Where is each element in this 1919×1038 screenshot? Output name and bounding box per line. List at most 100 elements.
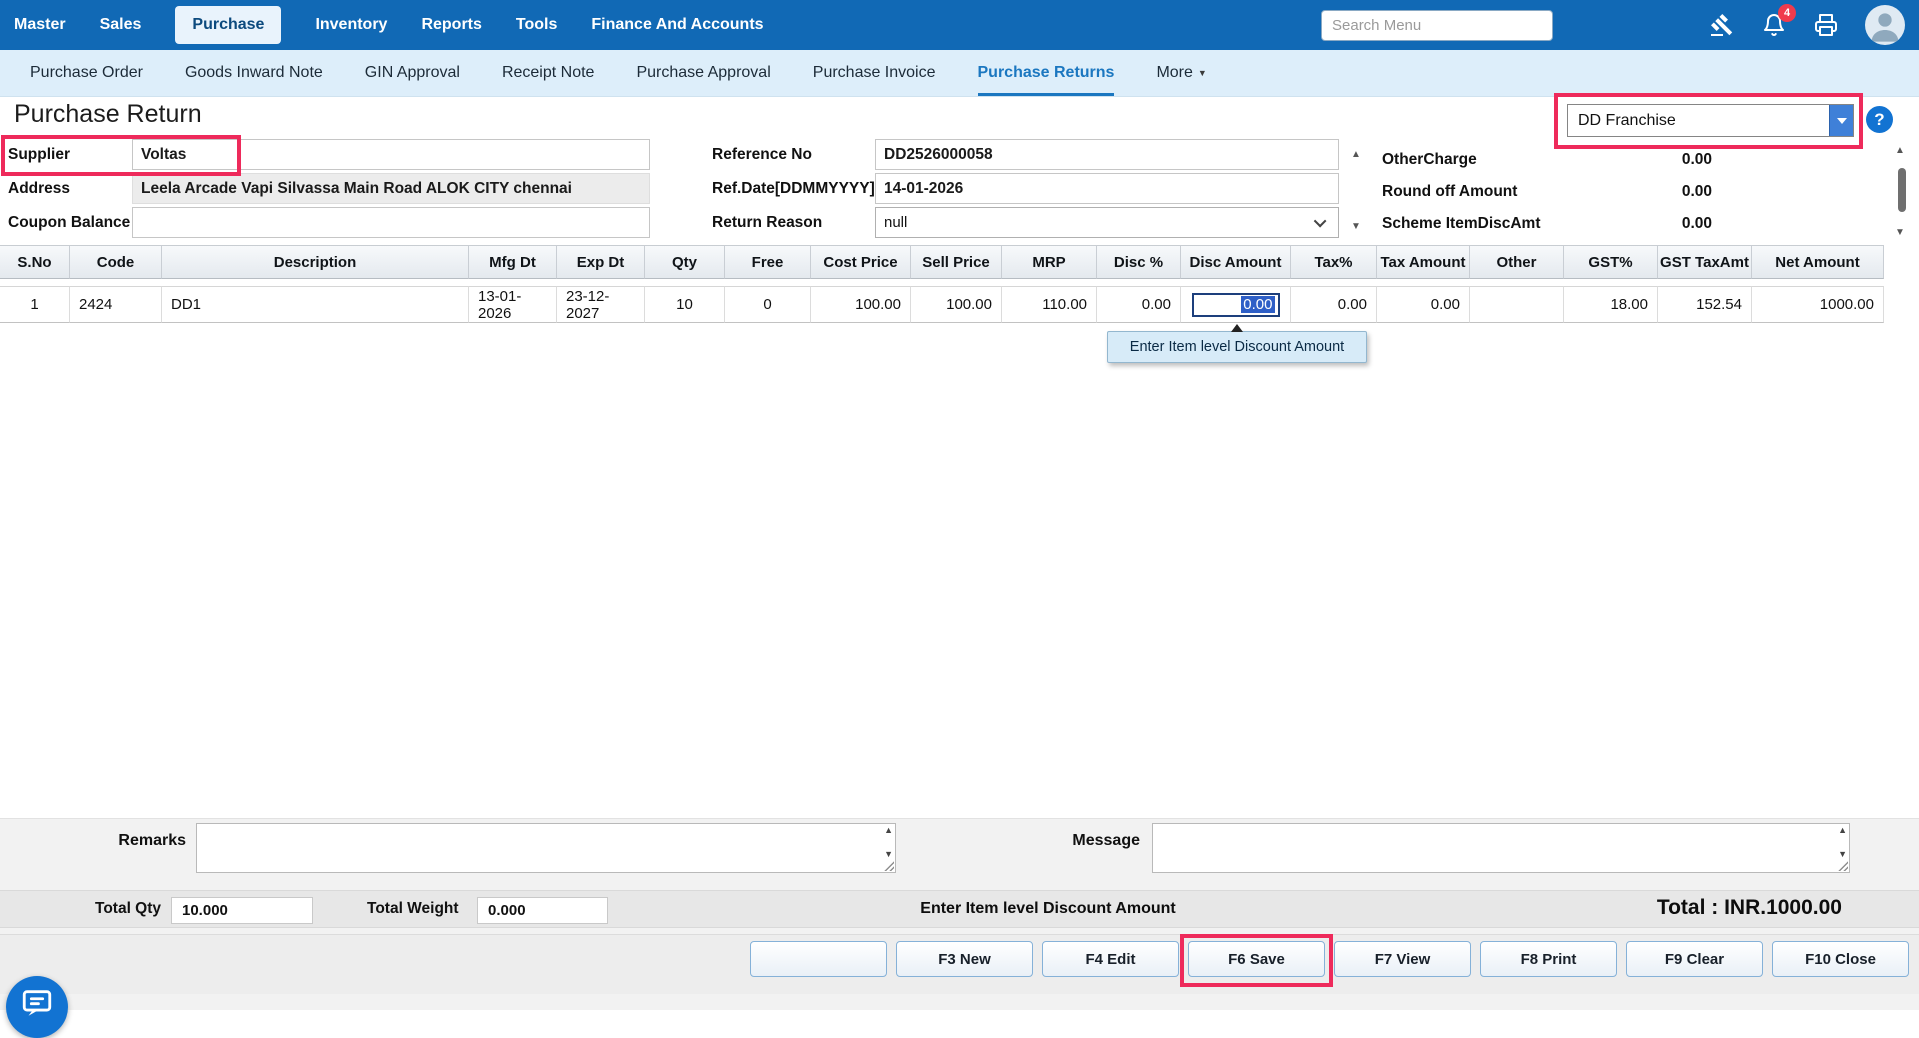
tab-purchase-invoice[interactable]: Purchase Invoice	[813, 50, 936, 96]
module-tabs: Purchase Order Goods Inward Note GIN App…	[0, 50, 1919, 97]
remarks-scroll-up-icon[interactable]: ▲	[884, 825, 893, 835]
column-header-disc-amount: Disc Amount	[1181, 245, 1291, 279]
column-header-other: Other	[1470, 245, 1564, 279]
return-reason-select[interactable]: null	[875, 207, 1339, 238]
message-textarea[interactable]	[1153, 824, 1849, 872]
panel-scrollbar-up-icon[interactable]: ▲	[1895, 146, 1905, 156]
nav-item-finance-and-accounts[interactable]: Finance And Accounts	[591, 16, 763, 34]
column-header-tax-pct: Tax%	[1291, 245, 1377, 279]
column-header-cost-price: Cost Price	[811, 245, 911, 279]
blank-button[interactable]	[750, 941, 887, 977]
nav-item-inventory[interactable]: Inventory	[315, 16, 387, 34]
panel-scrollbar-thumb[interactable]	[1898, 168, 1906, 212]
supplier-label: Supplier	[8, 139, 70, 170]
cell-cost-price[interactable]: 100.00	[811, 286, 911, 323]
column-header-exp-dt: Exp Dt	[557, 245, 645, 279]
cell-mfg-dt[interactable]: 13-01-2026	[469, 286, 557, 323]
cell-exp-dt[interactable]: 23-12-2027	[557, 286, 645, 323]
cell-qty[interactable]: 10	[645, 286, 725, 323]
tab-receipt-note[interactable]: Receipt Note	[502, 50, 595, 96]
cell-gst-pct[interactable]: 18.00	[1564, 286, 1658, 323]
gavel-icon[interactable]	[1709, 12, 1735, 38]
page-title: Purchase Return	[14, 100, 202, 129]
tab-purchase-order[interactable]: Purchase Order	[30, 50, 143, 96]
cell-code[interactable]: 2424	[70, 286, 162, 323]
disc-amount-input[interactable]: 0.00	[1192, 293, 1280, 317]
cell-other[interactable]	[1470, 286, 1564, 323]
chat-icon[interactable]	[6, 976, 68, 1038]
scheme-item-disc-value: 0.00	[1600, 210, 1712, 237]
printer-icon[interactable]	[1813, 12, 1839, 38]
column-header-free: Free	[725, 245, 811, 279]
return-reason-value: null	[884, 214, 907, 231]
remarks-textarea[interactable]	[197, 824, 895, 872]
f3-new-button[interactable]: F3 New	[896, 941, 1033, 977]
ref-date-field[interactable]	[875, 173, 1339, 204]
cell-tax-pct[interactable]: 0.00	[1291, 286, 1377, 323]
disc-amount-selected-text: 0.00	[1241, 296, 1274, 313]
message-box: ▲ ▼	[1152, 823, 1850, 873]
tab-more[interactable]: More ▼	[1156, 50, 1206, 96]
nav-item-purchase[interactable]: Purchase	[175, 6, 281, 44]
disc-amount-tooltip: Enter Item level Discount Amount	[1107, 331, 1367, 363]
other-charge-label: OtherCharge	[1382, 146, 1477, 173]
panel-scrollbar-down-icon[interactable]: ▼	[1895, 228, 1905, 238]
topnav-right: 4	[1321, 0, 1905, 50]
footer-panel: Remarks ▲ ▼ Message ▲ ▼ Total Qty 10.000…	[0, 818, 1919, 1010]
nav-item-tools[interactable]: Tools	[516, 16, 557, 34]
items-table: S.No Code Description Mfg Dt Exp Dt Qty …	[0, 245, 1884, 323]
column-header-tax-amount: Tax Amount	[1377, 245, 1470, 279]
table-row[interactable]: 1 2424 DD1 13-01-2026 23-12-2027 10 0 10…	[0, 286, 1884, 323]
cell-sell-price[interactable]: 100.00	[911, 286, 1002, 323]
search-input[interactable]	[1321, 10, 1553, 41]
charges-scroll-down-icon[interactable]: ▼	[1351, 222, 1361, 232]
column-header-disc-pct: Disc %	[1097, 245, 1181, 279]
return-reason-label: Return Reason	[712, 207, 822, 238]
other-charge-value: 0.00	[1600, 146, 1712, 173]
cell-disc-pct[interactable]: 0.00	[1097, 286, 1181, 323]
bell-icon[interactable]: 4	[1761, 12, 1787, 38]
nav-item-sales[interactable]: Sales	[100, 16, 142, 34]
column-header-qty: Qty	[645, 245, 725, 279]
f9-clear-button[interactable]: F9 Clear	[1626, 941, 1763, 977]
remarks-label: Remarks	[60, 832, 186, 850]
coupon-balance-label: Coupon Balance	[8, 207, 130, 238]
reference-no-field[interactable]	[875, 139, 1339, 170]
total-weight-label: Total Weight	[367, 900, 459, 918]
main-menu: Master Sales Purchase Inventory Reports …	[14, 6, 764, 44]
supplier-field[interactable]	[132, 139, 650, 170]
charges-scroll-up-icon[interactable]: ▲	[1351, 150, 1361, 160]
message-scroll-down-icon[interactable]: ▼	[1838, 849, 1847, 859]
column-header-sno: S.No	[0, 245, 70, 279]
dropdown-arrow-icon[interactable]	[1829, 105, 1853, 136]
cell-net-amount[interactable]: 1000.00	[1752, 286, 1884, 323]
cell-tax-amount[interactable]: 0.00	[1377, 286, 1470, 323]
tab-purchase-approval[interactable]: Purchase Approval	[636, 50, 770, 96]
tab-purchase-returns[interactable]: Purchase Returns	[978, 50, 1115, 96]
cell-free[interactable]: 0	[725, 286, 811, 323]
help-icon[interactable]: ?	[1866, 106, 1893, 133]
tab-goods-inward-note[interactable]: Goods Inward Note	[185, 50, 323, 96]
franchise-select[interactable]: DD Franchise	[1567, 104, 1854, 137]
ref-date-label: Ref.Date[DDMMYYYY]	[712, 173, 875, 204]
nav-item-master[interactable]: Master	[14, 16, 66, 34]
f8-print-button[interactable]: F8 Print	[1480, 941, 1617, 977]
cell-description[interactable]: DD1	[162, 286, 469, 323]
f4-edit-button[interactable]: F4 Edit	[1042, 941, 1179, 977]
tab-gin-approval[interactable]: GIN Approval	[365, 50, 460, 96]
cell-gst-taxamt[interactable]: 152.54	[1658, 286, 1752, 323]
total-weight-value: 0.000	[477, 897, 608, 924]
cell-disc-amount[interactable]: 0.00	[1181, 286, 1291, 323]
f10-close-button[interactable]: F10 Close	[1772, 941, 1909, 977]
nav-item-reports[interactable]: Reports	[421, 16, 481, 34]
f7-view-button[interactable]: F7 View	[1334, 941, 1471, 977]
f6-save-button[interactable]: F6 Save	[1188, 941, 1325, 977]
avatar[interactable]	[1865, 5, 1905, 45]
reference-no-label: Reference No	[712, 139, 812, 170]
action-buttons: F3 New F4 Edit F6 Save F7 View F8 Print …	[750, 941, 1909, 977]
coupon-balance-field[interactable]	[132, 207, 650, 238]
cell-sno[interactable]: 1	[0, 286, 70, 323]
remarks-scroll-down-icon[interactable]: ▼	[884, 849, 893, 859]
message-scroll-up-icon[interactable]: ▲	[1838, 825, 1847, 835]
cell-mrp[interactable]: 110.00	[1002, 286, 1097, 323]
